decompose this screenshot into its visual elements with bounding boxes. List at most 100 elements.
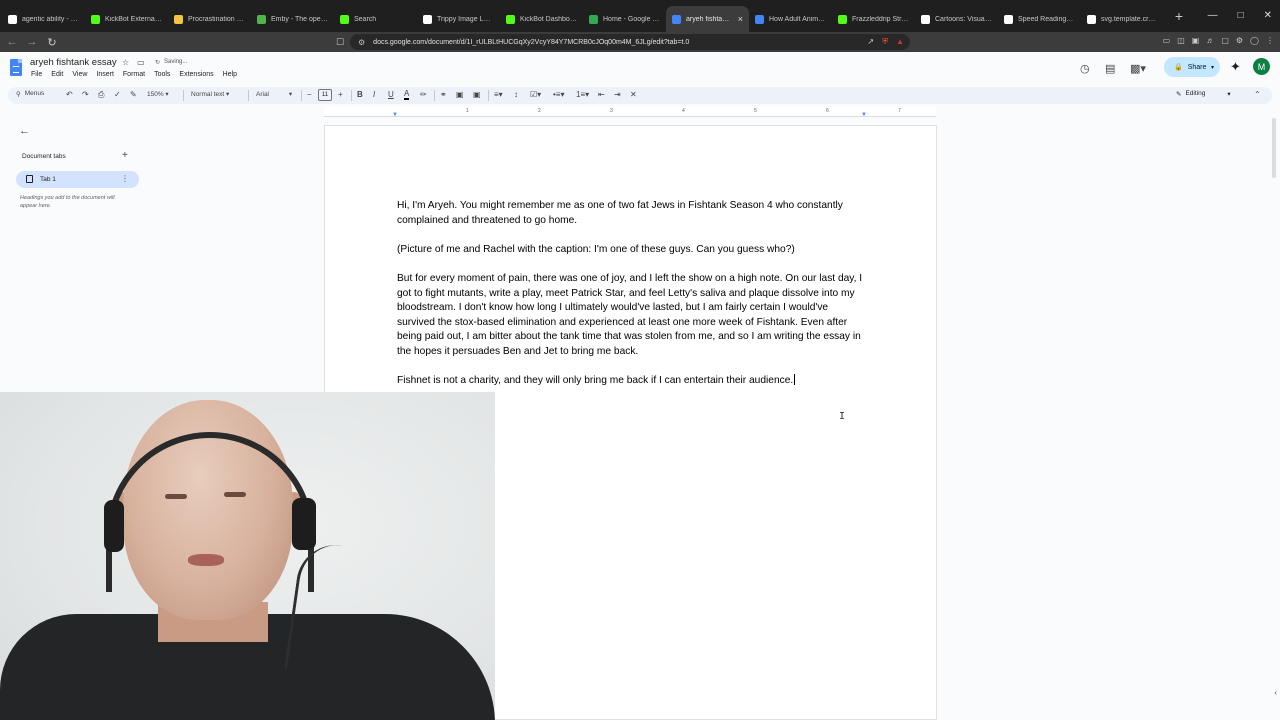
clear-formatting-icon[interactable]: ✕ — [630, 90, 637, 99]
reload-icon[interactable]: ↻ — [44, 36, 60, 49]
forward-arrow-icon[interactable]: → — [24, 36, 40, 48]
menus-search[interactable]: ⚲ Menus — [16, 90, 44, 98]
comments-icon[interactable]: ▤ — [1105, 62, 1115, 75]
link-icon[interactable]: ⚭ — [440, 90, 447, 99]
menu-item-extensions[interactable]: Extensions — [179, 71, 213, 78]
share-page-icon[interactable]: ↗ — [867, 37, 874, 47]
new-tab-icon[interactable]: + — [1170, 8, 1188, 24]
extension-icon[interactable]: ▣ — [1192, 36, 1200, 45]
minimize-icon[interactable]: — — [1208, 10, 1218, 21]
site-info-icon[interactable]: ⚙ — [358, 38, 365, 47]
expand-side-panel-icon[interactable]: ‹ — [1274, 688, 1277, 697]
line-spacing-icon[interactable]: ↕ — [514, 90, 518, 99]
font-select[interactable]: Arial ▾ — [256, 90, 292, 98]
share-button[interactable]: 🔒 Share ▾ — [1164, 57, 1220, 77]
back-arrow-icon[interactable]: ← — [19, 125, 30, 137]
vertical-scrollbar[interactable] — [1272, 118, 1276, 678]
extension-icon[interactable]: ◯ — [1250, 36, 1259, 45]
print-icon[interactable]: ⎙ — [98, 90, 104, 100]
browser-tab[interactable]: Search — [334, 6, 417, 32]
decrease-indent-icon[interactable]: ⇤ — [598, 90, 605, 99]
browser-tab[interactable]: Procrastination | Ency — [168, 6, 251, 32]
extension-icon[interactable]: ◫ — [1177, 36, 1185, 45]
browser-tab[interactable]: agentic ability - Goo — [2, 6, 85, 32]
add-comment-icon[interactable]: ▣ — [456, 90, 464, 99]
bulleted-list-icon[interactable]: •≡▾ — [553, 90, 564, 99]
bookmark-icon[interactable]: ☐ — [336, 37, 344, 48]
underline-icon[interactable]: U — [388, 90, 394, 99]
bold-icon[interactable]: B — [357, 90, 363, 99]
browser-tab[interactable]: KickBot External Widg — [85, 6, 168, 32]
meet-icon[interactable]: ▩▾ — [1130, 62, 1146, 75]
menu-item-edit[interactable]: Edit — [51, 71, 63, 78]
docs-logo-icon[interactable] — [10, 59, 22, 76]
paint-format-icon[interactable]: ✎ — [130, 90, 137, 99]
browser-tab[interactable]: aryeh fishtank ess × — [666, 6, 749, 32]
gemini-icon[interactable]: ✦ — [1230, 59, 1241, 75]
decrease-font-icon[interactable]: − — [307, 90, 312, 99]
increase-indent-icon[interactable]: ⇥ — [614, 90, 621, 99]
maximize-icon[interactable]: □ — [1238, 10, 1244, 21]
browser-tab[interactable]: Frazzleddrip Stream — [832, 6, 915, 32]
insert-image-icon[interactable]: ▣ — [473, 90, 481, 99]
zoom-select[interactable]: 150% ▾ — [147, 90, 169, 98]
paragraph[interactable]: (Picture of me and Rachel with the capti… — [397, 243, 867, 258]
browser-tab[interactable]: svg.template.creately — [1081, 6, 1164, 32]
close-tab-icon[interactable]: × — [738, 14, 743, 24]
menu-dots-icon[interactable]: ⋮ — [1266, 36, 1274, 45]
back-arrow-icon[interactable]: ← — [4, 36, 20, 48]
style-select[interactable]: Normal text ▾ — [191, 90, 229, 98]
menu-item-insert[interactable]: Insert — [96, 71, 114, 78]
menu-item-help[interactable]: Help — [223, 71, 237, 78]
browser-tab[interactable]: Cartoons: Visual Hum — [915, 6, 998, 32]
horizontal-ruler[interactable]: ▼ ▼ 1 2 3 4 5 6 7 — [324, 107, 936, 118]
sidebar-item-tab-1[interactable]: Tab 1 ⋮ — [16, 171, 139, 188]
right-indent-marker[interactable]: ▼ — [861, 112, 867, 118]
browser-tab[interactable]: Speed Reading, Listen — [998, 6, 1081, 32]
browser-tab[interactable]: Emby - The open med — [251, 6, 334, 32]
avatar[interactable]: M — [1253, 58, 1270, 75]
browser-tab[interactable]: KickBot Dashboard — [500, 6, 583, 32]
menu-item-tools[interactable]: Tools — [154, 71, 170, 78]
extension-icon[interactable]: ▭ — [1163, 36, 1171, 45]
numbered-list-icon[interactable]: 1≡▾ — [576, 90, 589, 99]
highlight-icon[interactable]: ✏ — [420, 90, 427, 99]
address-bar[interactable]: ☐ ⚙ docs.google.com/document/d/1I_rULBLt… — [336, 34, 910, 50]
brave-shield-icon[interactable]: ⛨ — [882, 37, 888, 47]
close-window-icon[interactable]: ✕ — [1264, 10, 1272, 21]
move-folder-icon[interactable]: ▭ — [137, 58, 145, 67]
left-indent-marker[interactable]: ▼ — [392, 112, 398, 118]
rewards-icon[interactable]: ▲ — [896, 37, 904, 47]
version-history-icon[interactable]: ◷ — [1080, 62, 1090, 75]
text-color-icon[interactable]: A — [404, 90, 410, 100]
menu-item-format[interactable]: Format — [123, 71, 145, 78]
document-title[interactable]: aryeh fishtank essay — [30, 57, 117, 68]
paragraph[interactable]: Hi, I'm Aryeh. You might remember me as … — [397, 199, 867, 228]
paragraph[interactable]: But for every moment of pain, there was … — [397, 272, 867, 360]
scrollbar-thumb[interactable] — [1272, 118, 1276, 178]
document-body[interactable]: Hi, I'm Aryeh. You might remember me as … — [397, 199, 867, 403]
add-tab-icon[interactable]: + — [122, 150, 128, 161]
spellcheck-icon[interactable]: ✓ — [114, 90, 121, 99]
extension-icon[interactable]: ⚙ — [1236, 36, 1243, 45]
editing-mode-select[interactable]: ✎ Editing ▾ — [1176, 90, 1231, 98]
redo-icon[interactable]: ↷ — [82, 90, 89, 99]
more-options-icon[interactable]: ⋮ — [121, 174, 129, 183]
checklist-icon[interactable]: ☑▾ — [530, 90, 541, 99]
menu-item-view[interactable]: View — [72, 71, 87, 78]
chevron-down-icon[interactable]: ▾ — [1211, 64, 1214, 71]
star-icon[interactable]: ☆ — [122, 58, 129, 67]
font-size-input[interactable]: 11 — [318, 89, 332, 101]
paragraph-last[interactable]: Fishnet is not a charity, and they will … — [397, 374, 867, 389]
browser-tab[interactable]: Home - Google Drive — [583, 6, 666, 32]
italic-icon[interactable]: I — [373, 90, 375, 99]
align-icon[interactable]: ≡▾ — [494, 90, 503, 99]
extension-icon[interactable]: ♬ — [1206, 36, 1214, 45]
increase-font-icon[interactable]: + — [338, 90, 343, 99]
browser-tab[interactable]: How Adult Animation — [749, 6, 832, 32]
menu-item-file[interactable]: File — [31, 71, 42, 78]
extension-icon[interactable]: ▢ — [1221, 36, 1229, 45]
collapse-menus-icon[interactable]: ⌃ — [1254, 90, 1261, 99]
browser-tab[interactable]: Trippy Image Layering — [417, 6, 500, 32]
undo-icon[interactable]: ↶ — [66, 90, 73, 99]
